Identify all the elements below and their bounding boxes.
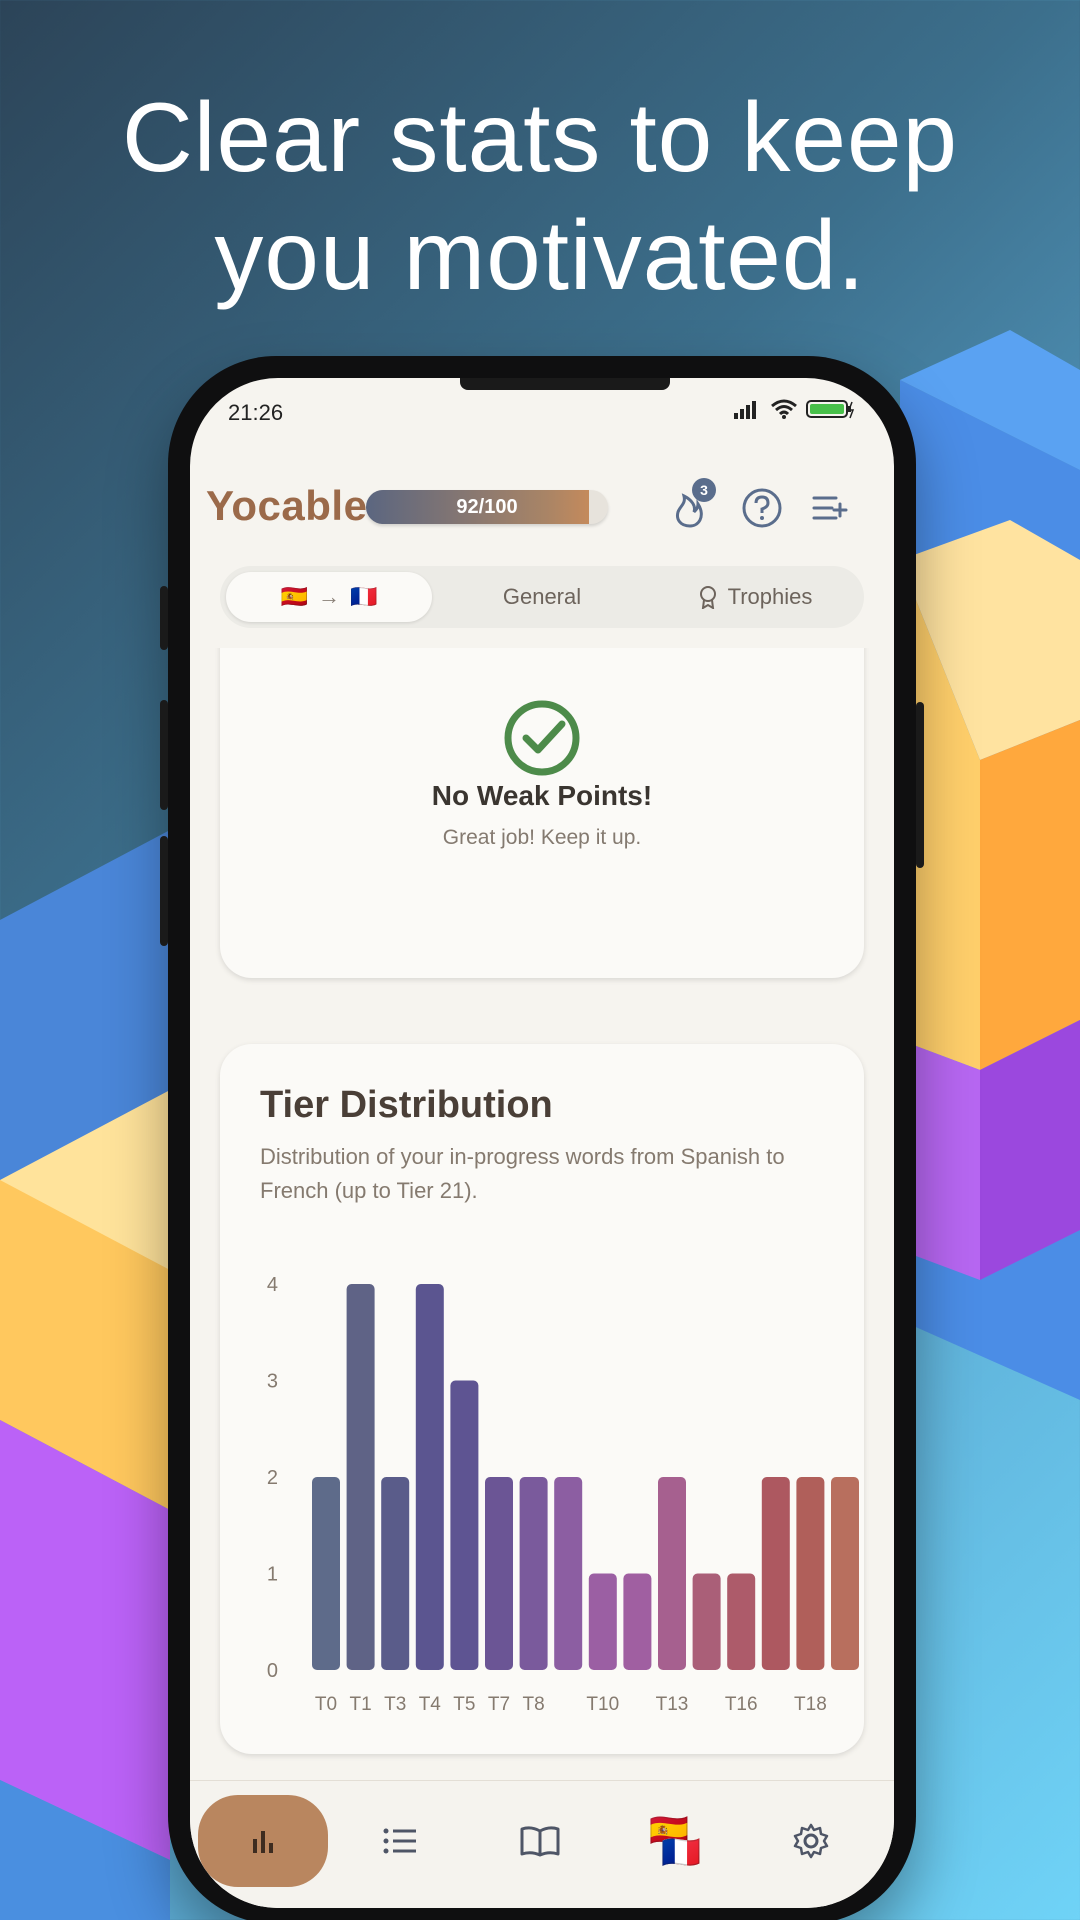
streak-badge: 3 bbox=[692, 478, 716, 502]
x-tick-label: T13 bbox=[656, 1694, 689, 1715]
stats-tabs: 🇪🇸 → 🇫🇷 General Trophies bbox=[220, 566, 864, 628]
tab-languages[interactable]: 🇪🇸 → 🇫🇷 bbox=[226, 572, 432, 622]
x-tick-label: T18 bbox=[794, 1694, 827, 1715]
tab-general[interactable]: General bbox=[442, 572, 642, 622]
headline-line-1: Clear stats to keep bbox=[121, 82, 959, 192]
y-tick-label: 4 bbox=[267, 1274, 278, 1296]
x-tick-label: T4 bbox=[419, 1694, 442, 1715]
bar-T6 bbox=[519, 1477, 548, 1670]
signal-icon bbox=[734, 401, 756, 419]
tier-bar-chart: 0 1 2 3 4 T0 T1 T3 T4 T5 T7 T8 T10 T13 T16 T18 bbox=[267, 1274, 859, 1715]
menu-add-button[interactable] bbox=[808, 486, 852, 530]
x-tick-label: T16 bbox=[725, 1694, 758, 1715]
headline: Clear stats to keep you motivated. bbox=[0, 78, 1080, 314]
settings-icon bbox=[793, 1823, 829, 1859]
y-tick-label: 3 bbox=[267, 1371, 278, 1393]
weak-points-card: No Weak Points! Great job! Keep it up. bbox=[220, 648, 864, 978]
app-screen: 21:26 Yocable 92/100 3 🇪🇸 → 🇫🇷 General T… bbox=[190, 378, 894, 1908]
bar-T1 bbox=[346, 1284, 375, 1670]
status-icons bbox=[734, 398, 854, 420]
weak-points-subtitle: Great job! Keep it up. bbox=[442, 826, 642, 849]
bar-T13 bbox=[761, 1477, 790, 1670]
wifi-icon bbox=[771, 399, 797, 419]
tier-distribution-card: Tier Distribution Distribution of your i… bbox=[220, 1044, 864, 1754]
tab-general-label: General bbox=[502, 584, 582, 609]
phone-frame: 21:26 Yocable 92/100 3 🇪🇸 → 🇫🇷 General T… bbox=[160, 356, 924, 1920]
stats-content: No Weak Points! Great job! Keep it up. T… bbox=[190, 648, 894, 1778]
x-tick-label: T0 bbox=[315, 1694, 337, 1715]
headline-line-2: you motivated. bbox=[214, 200, 866, 310]
app-logo: Yocable bbox=[206, 482, 368, 529]
book-icon bbox=[520, 1826, 560, 1857]
y-tick-label: 0 bbox=[267, 1660, 278, 1682]
bar-T12 bbox=[727, 1573, 756, 1670]
tab-trophies-label: Trophies bbox=[727, 584, 813, 609]
x-tick-label: T7 bbox=[488, 1694, 510, 1715]
x-tick-label: T5 bbox=[453, 1694, 475, 1715]
bar-T3 bbox=[415, 1284, 444, 1670]
bar-T2 bbox=[381, 1477, 410, 1670]
arrow-icon: → bbox=[318, 584, 340, 609]
status-time: 21:26 bbox=[228, 400, 284, 425]
bar-T14 bbox=[796, 1477, 825, 1670]
bar-T7 bbox=[554, 1477, 583, 1670]
x-tick-label: T3 bbox=[384, 1694, 406, 1715]
nav-stats[interactable] bbox=[198, 1795, 328, 1887]
status-bar: 21:26 bbox=[190, 378, 894, 448]
flag-spain-icon: 🇪🇸 bbox=[280, 584, 308, 609]
help-button[interactable] bbox=[740, 486, 784, 530]
bar-T4 bbox=[450, 1380, 479, 1670]
y-tick-label: 1 bbox=[267, 1564, 278, 1586]
x-tick-label: T8 bbox=[523, 1694, 545, 1715]
flag-france-nav-icon: 🇫🇷 bbox=[661, 1834, 701, 1870]
bar-T9 bbox=[623, 1573, 652, 1670]
y-tick-label: 2 bbox=[267, 1467, 278, 1489]
menu-add-icon bbox=[812, 496, 848, 520]
bar-T11 bbox=[692, 1573, 721, 1670]
bar-T15 bbox=[831, 1477, 859, 1670]
trophy-icon bbox=[699, 586, 716, 609]
help-icon bbox=[742, 488, 782, 528]
battery-icon bbox=[806, 400, 854, 419]
stats-icon bbox=[253, 1831, 273, 1853]
app-header: Yocable 92/100 3 bbox=[190, 468, 894, 548]
bar-T5 bbox=[485, 1477, 513, 1670]
xp-progress-text: 92/100 bbox=[456, 495, 518, 518]
nav-list[interactable] bbox=[335, 1795, 465, 1887]
tab-trophies[interactable]: Trophies bbox=[652, 572, 858, 622]
check-circle-icon bbox=[504, 700, 580, 776]
flag-france-icon: 🇫🇷 bbox=[350, 584, 378, 609]
bottom-navbar: 🇪🇸 🇫🇷 bbox=[190, 1780, 894, 1908]
nav-book[interactable] bbox=[475, 1795, 605, 1887]
list-icon bbox=[383, 1828, 416, 1854]
nav-settings[interactable] bbox=[746, 1795, 876, 1887]
nav-language[interactable]: 🇪🇸 🇫🇷 bbox=[610, 1795, 740, 1887]
bar-T8 bbox=[588, 1573, 617, 1670]
x-tick-label: T10 bbox=[586, 1694, 619, 1715]
bar-T10 bbox=[658, 1477, 686, 1670]
x-tick-label: T1 bbox=[350, 1694, 372, 1715]
bar-T0 bbox=[312, 1477, 340, 1670]
xp-progress-bar: 92/100 bbox=[366, 490, 608, 524]
weak-points-title: No Weak Points! bbox=[431, 780, 653, 811]
streak-button[interactable]: 3 bbox=[668, 478, 716, 530]
